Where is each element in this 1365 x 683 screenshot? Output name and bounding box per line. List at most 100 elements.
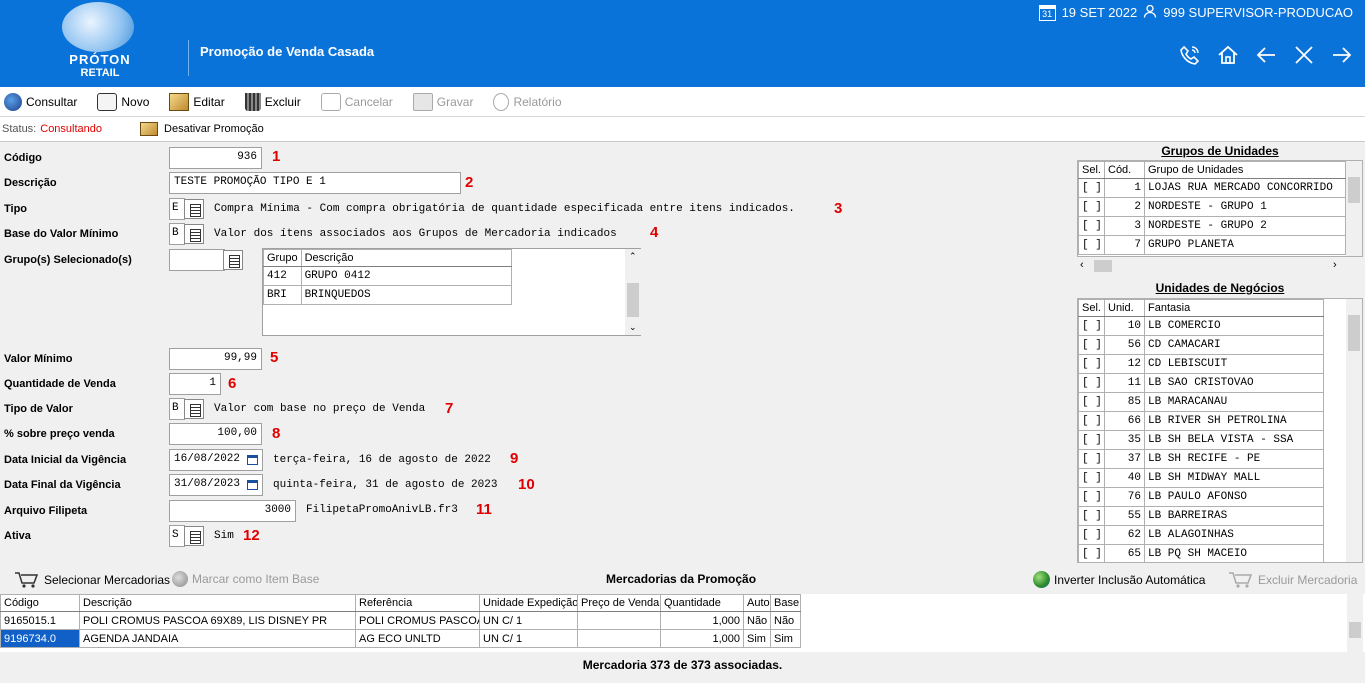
tipo-description: Compra Mínima - Com compra obrigatória d… (214, 203, 795, 215)
col-fantasia[interactable]: Fantasia (1144, 299, 1324, 317)
chevron-down-icon[interactable]: ⌄ (629, 322, 637, 333)
phone-icon[interactable] (1179, 44, 1201, 66)
marker-2: 2 (465, 174, 474, 191)
valor-minimo-label: Valor Mínimo (4, 353, 73, 365)
cart-icon (14, 571, 40, 589)
codigo-field[interactable]: 936 (169, 147, 262, 169)
col-quantidade[interactable]: Quantidade (660, 594, 744, 612)
table-row[interactable]: [ ] 76 LB PAULO AFONSO (1078, 487, 1324, 507)
base-field[interactable]: B (169, 223, 185, 245)
grupos-scrollbar[interactable]: ⌃ ⌄ (625, 249, 641, 335)
back-arrow-icon[interactable] (1255, 44, 1277, 66)
relatorio-button[interactable]: Relatório (493, 92, 562, 111)
table-row[interactable]: [ ] 65 LB PQ SH MACEIO (1078, 544, 1324, 562)
table-row[interactable]: [ ] 40 LB SH MIDWAY MALL (1078, 468, 1324, 488)
close-icon[interactable] (1293, 44, 1315, 66)
grupo-lookup-icon[interactable] (223, 250, 243, 270)
chevron-right-icon[interactable]: › (1333, 259, 1337, 271)
percentual-field[interactable]: 100,00 (169, 423, 262, 445)
tipo-field[interactable]: E (169, 198, 185, 220)
table-row[interactable]: [ ] 55 LB BARREIRAS (1078, 506, 1324, 526)
table-row[interactable]: [ ] 66 LB RIVER SH PETROLINA (1078, 411, 1324, 431)
cancelar-button[interactable]: Cancelar (320, 92, 393, 111)
table-row[interactable]: 9196734.0 AGENDA JANDAIA AG ECO UNLTD UN… (0, 629, 801, 648)
filipeta-label: Arquivo Filipeta (4, 505, 88, 517)
unidades-negocios-title: Unidades de Negócios (1155, 281, 1285, 295)
col-base[interactable]: Base (770, 594, 801, 612)
gravar-button[interactable]: Gravar (412, 92, 473, 111)
col-grupo-unidades[interactable]: Grupo de Unidades (1144, 161, 1346, 179)
col-unid[interactable]: Unid. (1104, 299, 1145, 317)
grupos-col-grupo[interactable]: Grupo (263, 249, 302, 267)
unidades-negocios-scrollbar[interactable] (1346, 299, 1362, 562)
filipeta-description: FilipetaPromoAnivLB.fr3 (306, 504, 458, 516)
base-lookup-icon[interactable] (184, 224, 204, 244)
session-user: 999 SUPERVISOR-PRODUCAO (1163, 5, 1353, 20)
excluir-mercadoria-button[interactable]: Excluir Mercadoria (1228, 571, 1357, 589)
table-row[interactable]: [ ] 56 CD CAMACARI (1078, 335, 1324, 355)
table-row[interactable]: 412 GRUPO 0412 (263, 266, 513, 286)
tipo-valor-lookup-icon[interactable] (184, 399, 204, 419)
selecionar-mercadorias-button[interactable]: Selecionar Mercadorias (14, 571, 170, 589)
table-row[interactable]: [ ] 2 NORDESTE - GRUPO 1 (1078, 197, 1346, 217)
col-referencia[interactable]: Referência (355, 594, 480, 612)
table-row[interactable]: [ ] 37 LB SH RECIFE - PE (1078, 449, 1324, 469)
desativar-promocao-button[interactable]: Desativar Promoção (140, 122, 264, 136)
col-unidade-expedicao[interactable]: Unidade Expedição (479, 594, 578, 612)
base-description: Valor dos ítens associados aos Grupos de… (214, 228, 617, 240)
ativa-field[interactable]: S (169, 525, 185, 547)
app-header: PRÓTON RETAIL Promoção de Venda Casada 3… (0, 0, 1365, 87)
consultar-button[interactable]: Consultar (4, 92, 77, 111)
grupos-unidades-vscrollbar[interactable] (1346, 161, 1362, 256)
marker-7: 7 (445, 400, 454, 417)
table-row[interactable]: [ ] 11 LB SAO CRISTOVAO (1078, 373, 1324, 393)
filipeta-field[interactable]: 3000 (169, 500, 296, 522)
grupo-input[interactable] (169, 249, 225, 271)
col-descricao[interactable]: Descrição (79, 594, 356, 612)
table-row[interactable]: [ ] 62 LB ALAGOINHAS (1078, 525, 1324, 545)
data-inicial-description: terça-feira, 16 de agosto de 2022 (273, 454, 491, 466)
right-panels: Grupos de Unidades Sel. Cód. Grupo de Un… (1075, 143, 1365, 563)
grupos-unidades-table: Sel. Cód. Grupo de Unidades [ ] 1 LOJAS … (1077, 160, 1363, 257)
chevron-left-icon[interactable]: ‹ (1080, 259, 1084, 271)
globe-icon (1033, 571, 1050, 588)
grupos-unidades-hscrollbar[interactable]: ‹ › (1077, 258, 1363, 274)
mercadorias-scrollbar[interactable] (1347, 594, 1363, 652)
page-title: Promoção de Venda Casada (200, 44, 375, 59)
table-row[interactable]: 9165015.1 POLI CROMUS PASCOA 69X89, LIS … (0, 611, 801, 630)
table-row[interactable]: [ ] 3 NORDESTE - GRUPO 2 (1078, 216, 1346, 236)
table-row[interactable]: [ ] 85 LB MARACANAU (1078, 392, 1324, 412)
ativa-lookup-icon[interactable] (184, 526, 204, 546)
new-document-icon (97, 92, 118, 111)
data-final-label: Data Final da Vigência (4, 479, 121, 491)
chevron-up-icon[interactable]: ⌃ (629, 251, 637, 262)
col-cod[interactable]: Cód. (1104, 161, 1145, 179)
col-auto[interactable]: Auto (743, 594, 771, 612)
editar-button[interactable]: Editar (169, 92, 225, 111)
valor-minimo-field[interactable]: 99,99 (169, 348, 262, 370)
col-sel[interactable]: Sel. (1078, 299, 1105, 317)
table-row[interactable]: [ ] 10 LB COMERCIO (1078, 316, 1324, 336)
forward-arrow-icon[interactable] (1331, 44, 1353, 66)
novo-button[interactable]: Novo (97, 92, 149, 111)
col-codigo[interactable]: Código (0, 594, 80, 612)
quantidade-field[interactable]: 1 (169, 373, 221, 395)
inverter-inclusao-button[interactable]: Inverter Inclusão Automática (1033, 571, 1205, 588)
col-sel[interactable]: Sel. (1078, 161, 1105, 179)
table-row[interactable]: [ ] 1 LOJAS RUA MERCADO CONCORRIDO (1078, 178, 1346, 198)
calendar-icon[interactable] (247, 455, 258, 465)
excluir-button[interactable]: Excluir (244, 92, 301, 111)
tipo-lookup-icon[interactable] (184, 199, 204, 219)
table-row[interactable]: [ ] 7 GRUPO PLANETA (1078, 235, 1346, 255)
status-label: Status: (2, 123, 37, 135)
tipo-valor-field[interactable]: B (169, 398, 185, 420)
table-row[interactable]: BRI BRINQUEDOS (263, 285, 513, 305)
home-icon[interactable] (1217, 44, 1239, 66)
table-row[interactable]: [ ] 12 CD LEBISCUIT (1078, 354, 1324, 374)
col-preco-venda[interactable]: Preço de Venda (577, 594, 661, 612)
calendar-icon[interactable] (247, 480, 258, 490)
marcar-item-base-button[interactable]: Marcar como Item Base (172, 571, 319, 587)
grupos-col-descricao[interactable]: Descrição (300, 249, 513, 267)
table-row[interactable]: [ ] 35 LB SH BELA VISTA - SSA (1078, 430, 1324, 450)
descricao-field[interactable]: TESTE PROMOÇÃO TIPO E 1 (169, 172, 461, 194)
